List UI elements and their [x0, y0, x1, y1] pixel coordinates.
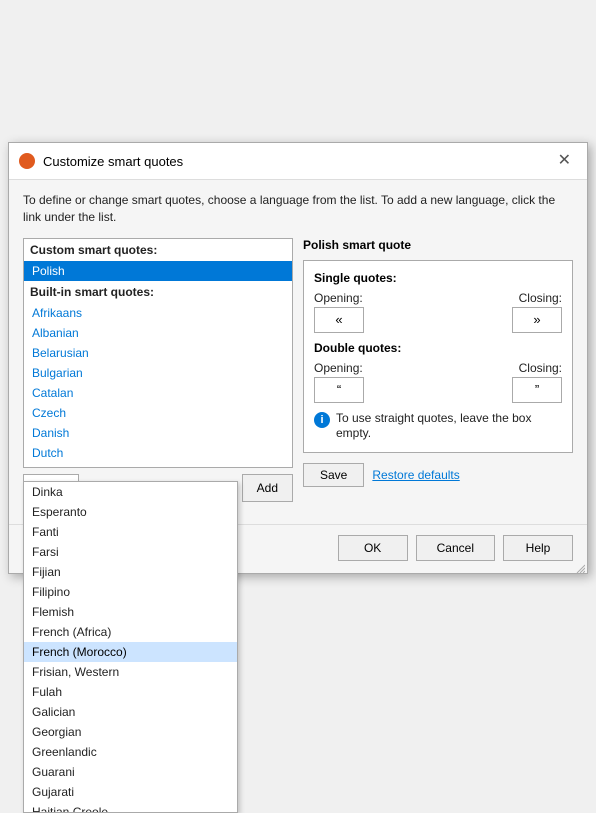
- list-item-danish[interactable]: Danish: [24, 423, 292, 443]
- dropdown-item-frisian-western[interactable]: Frisian, Western: [24, 662, 237, 682]
- list-item-afrikaans[interactable]: Afrikaans: [24, 303, 292, 323]
- dropdown-item-filipino[interactable]: Filipino: [24, 582, 237, 602]
- double-opening-label: Opening:: [314, 361, 364, 375]
- description-text: To define or change smart quotes, choose…: [23, 192, 573, 226]
- list-item-belarusian[interactable]: Belarusian: [24, 343, 292, 363]
- double-quotes-row: Opening: Closing:: [314, 361, 562, 403]
- help-button[interactable]: Help: [503, 535, 573, 561]
- add-button[interactable]: Add: [242, 474, 293, 502]
- dropdown-item-galician[interactable]: Galician: [24, 702, 237, 722]
- title-bar: Customize smart quotes ✕: [9, 143, 587, 180]
- info-text: To use straight quotes, leave the box em…: [336, 411, 562, 442]
- builtin-section-header: Built-in smart quotes:: [24, 281, 292, 303]
- ok-button[interactable]: OK: [338, 535, 408, 561]
- list-item-albanian[interactable]: Albanian: [24, 323, 292, 343]
- right-panel-title: Polish smart quote: [303, 238, 573, 252]
- dialog-body: To define or change smart quotes, choose…: [9, 180, 587, 524]
- dropdown-item-haitian-creole[interactable]: Haitian Creole: [24, 802, 237, 812]
- double-opening-input[interactable]: [314, 377, 364, 403]
- single-quotes-row: Opening: Closing:: [314, 291, 562, 333]
- single-opening-input[interactable]: [314, 307, 364, 333]
- list-item-dutch[interactable]: Dutch: [24, 443, 292, 463]
- dropdown-item-fanti[interactable]: Fanti: [24, 522, 237, 542]
- custom-section-header: Custom smart quotes:: [24, 239, 292, 261]
- close-button[interactable]: ✕: [552, 151, 577, 171]
- left-panel: Custom smart quotes: Polish Built-in sma…: [23, 238, 293, 502]
- single-closing-input[interactable]: [512, 307, 562, 333]
- single-opening-col: Opening:: [314, 291, 364, 333]
- dropdown-item-dinka[interactable]: Dinka: [24, 482, 237, 502]
- save-button[interactable]: Save: [303, 463, 364, 487]
- list-item-bulgarian[interactable]: Bulgarian: [24, 363, 292, 383]
- save-restore-row: Save Restore defaults: [303, 463, 573, 487]
- dropdown-item-gujarati[interactable]: Gujarati: [24, 782, 237, 802]
- dropdown-item-fulah[interactable]: Fulah: [24, 682, 237, 702]
- dropdown-list-overlay: Dinka Esperanto Fanti Farsi Fijian Filip…: [23, 481, 238, 813]
- dialog-title: Customize smart quotes: [43, 154, 183, 169]
- dropdown-item-fijian[interactable]: Fijian: [24, 562, 237, 582]
- title-bar-left: Customize smart quotes: [19, 153, 183, 169]
- language-list[interactable]: Custom smart quotes: Polish Built-in sma…: [23, 238, 293, 468]
- dropdown-item-georgian[interactable]: Georgian: [24, 722, 237, 742]
- list-item-polish[interactable]: Polish: [24, 261, 292, 281]
- single-opening-label: Opening:: [314, 291, 364, 305]
- dropdown-item-french-africa[interactable]: French (Africa): [24, 622, 237, 642]
- double-closing-input[interactable]: [512, 377, 562, 403]
- dropdown-item-greenlandic[interactable]: Greenlandic: [24, 742, 237, 762]
- dropdown-scroll[interactable]: Dinka Esperanto Fanti Farsi Fijian Filip…: [24, 482, 237, 812]
- info-row: i To use straight quotes, leave the box …: [314, 411, 562, 442]
- restore-defaults-button[interactable]: Restore defaults: [372, 463, 459, 487]
- list-item-catalan[interactable]: Catalan: [24, 383, 292, 403]
- cancel-button[interactable]: Cancel: [416, 535, 495, 561]
- dropdown-item-flemish[interactable]: Flemish: [24, 602, 237, 622]
- dropdown-item-esperanto[interactable]: Esperanto: [24, 502, 237, 522]
- double-opening-col: Opening:: [314, 361, 364, 403]
- single-closing-label: Closing:: [519, 291, 562, 305]
- info-icon: i: [314, 412, 330, 428]
- single-quotes-label: Single quotes:: [314, 271, 562, 285]
- double-closing-label: Closing:: [519, 361, 562, 375]
- dropdown-item-guarani[interactable]: Guarani: [24, 762, 237, 782]
- dropdown-item-french-morocco[interactable]: French (Morocco): [24, 642, 237, 662]
- single-closing-col: Closing:: [512, 291, 562, 333]
- app-icon: [19, 153, 35, 169]
- customize-smart-quotes-dialog: Customize smart quotes ✕ To define or ch…: [8, 142, 588, 574]
- right-panel: Polish smart quote Single quotes: Openin…: [303, 238, 573, 502]
- list-item-czech[interactable]: Czech: [24, 403, 292, 423]
- dropdown-item-farsi[interactable]: Farsi: [24, 542, 237, 562]
- double-closing-col: Closing:: [512, 361, 562, 403]
- main-content: Custom smart quotes: Polish Built-in sma…: [23, 238, 573, 502]
- double-quotes-label: Double quotes:: [314, 341, 562, 355]
- resize-handle[interactable]: [575, 561, 585, 571]
- quotes-section: Single quotes: Opening: Closing: Double …: [303, 260, 573, 453]
